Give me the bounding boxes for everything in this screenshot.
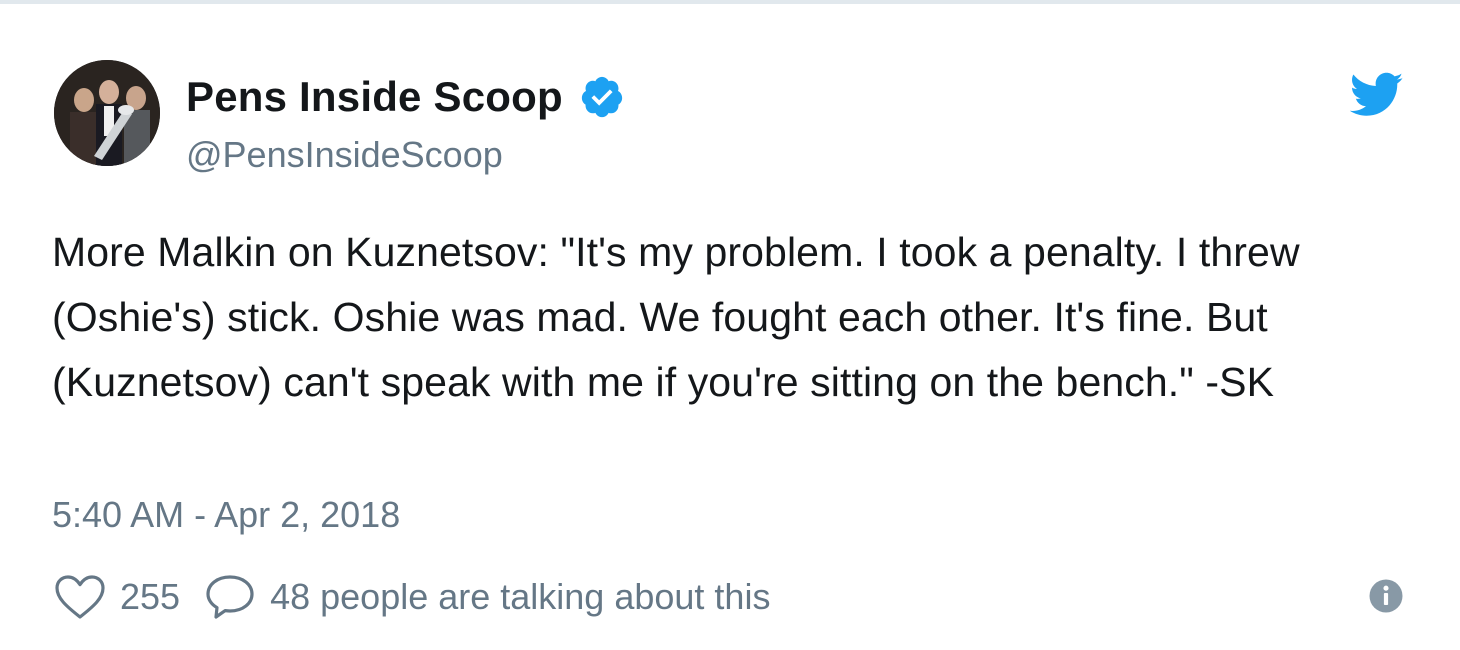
heart-icon[interactable] xyxy=(54,573,106,621)
verified-badge-icon xyxy=(579,74,625,120)
speech-bubble-icon[interactable] xyxy=(204,573,256,621)
like-count[interactable]: 255 xyxy=(120,576,180,618)
talking-count-text[interactable]: 48 people are talking about this xyxy=(270,576,770,618)
display-name[interactable]: Pens Inside Scoop xyxy=(186,73,563,121)
info-icon[interactable] xyxy=(1368,578,1404,614)
tweet-timestamp[interactable]: 5:40 AM - Apr 2, 2018 xyxy=(52,494,400,536)
tweet-actions: 255 48 people are talking about this xyxy=(54,572,770,622)
avatar[interactable] xyxy=(54,60,160,166)
twitter-bird-icon[interactable] xyxy=(1349,72,1404,118)
tweet-text: More Malkin on Kuznetsov: "It's my probl… xyxy=(52,229,1300,405)
author-handle[interactable]: @PensInsideScoop xyxy=(186,134,503,176)
like-action[interactable]: 255 xyxy=(54,573,180,621)
author-name-row[interactable]: Pens Inside Scoop xyxy=(186,72,625,122)
conversation-action[interactable]: 48 people are talking about this xyxy=(204,573,770,621)
